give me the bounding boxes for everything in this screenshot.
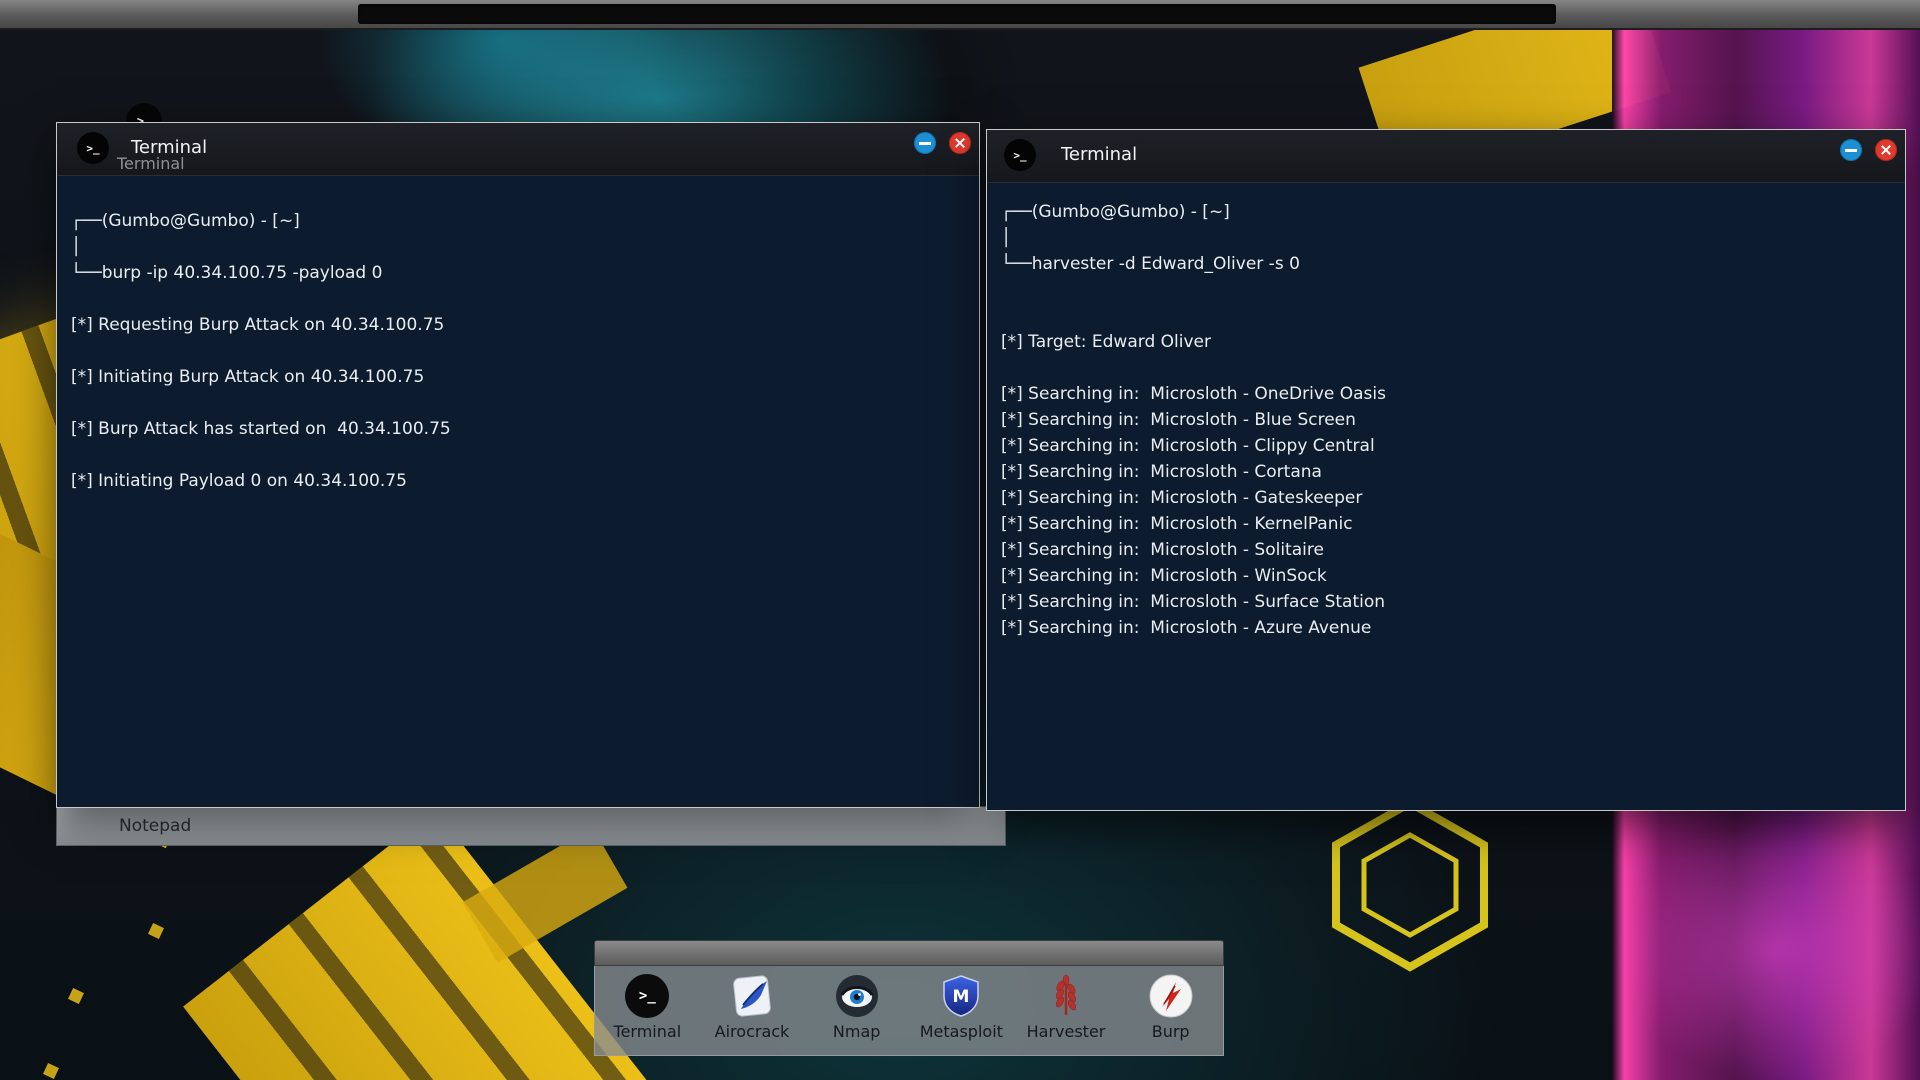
output-line: [*] Searching in: Microsloth - Blue Scre… <box>1001 407 1891 433</box>
output-line: [*] Searching in: Microsloth - Solitaire <box>1001 537 1891 563</box>
terminal-prompt-icon: >_ <box>77 132 109 164</box>
notepad-title: Notepad <box>119 816 191 836</box>
terminal-left-titlebar[interactable]: >_ Terminal Terminal <box>57 123 979 176</box>
dock-item-label: Airocrack <box>715 1022 790 1041</box>
output-line: [*] Searching in: Microsloth - Cortana <box>1001 459 1891 485</box>
terminal-output-area[interactable]: ┌──(Gumbo@Gumbo) - [~] │ └──burp -ip 40.… <box>57 176 979 510</box>
terminal-icon: >_ <box>624 973 670 1019</box>
dock-item-harvester[interactable]: Harvester <box>1014 973 1119 1041</box>
prompt-line: ┌──(Gumbo@Gumbo) - [~] <box>71 208 965 234</box>
output-line: [*] Initiating Burp Attack on 40.34.100.… <box>71 364 965 390</box>
notepad-window[interactable]: Notepad <box>56 806 1006 846</box>
dock-item-terminal[interactable]: >_ Terminal <box>595 973 700 1041</box>
minimize-button[interactable] <box>1840 139 1862 161</box>
output-line: [*] Initiating Payload 0 on 40.34.100.75 <box>71 468 965 494</box>
dock: >_ Terminal Airocrack <box>594 940 1224 1056</box>
background-particle <box>148 923 164 939</box>
output-line: [*] Searching in: Microsloth - KernelPan… <box>1001 511 1891 537</box>
minimize-button[interactable] <box>914 132 936 154</box>
dock-item-metasploit[interactable]: M Metasploit <box>909 973 1014 1041</box>
output-line: [*] Requesting Burp Attack on 40.34.100.… <box>71 312 965 338</box>
burp-icon <box>1148 973 1194 1019</box>
background-window-title: Terminal <box>117 154 185 173</box>
dock-item-burp[interactable]: Burp <box>1118 973 1223 1041</box>
hexagon-ornament <box>1322 795 1498 975</box>
dock-handle[interactable] <box>594 940 1224 966</box>
output-line: [*] Searching in: Microsloth - OneDrive … <box>1001 381 1891 407</box>
command-line: └──burp -ip 40.34.100.75 -payload 0 <box>71 260 965 286</box>
airocrack-icon <box>729 973 775 1019</box>
dock-item-label: Metasploit <box>920 1022 1003 1041</box>
output-line: [*] Searching in: Microsloth - Gateskeep… <box>1001 485 1891 511</box>
dock-item-label: Harvester <box>1027 1022 1106 1041</box>
close-button[interactable] <box>1875 139 1897 161</box>
terminal-window-left: >_ Terminal Terminal ┌──(Gumbo@Gumbo) - … <box>56 122 980 808</box>
svg-text:M: M <box>953 987 970 1007</box>
terminal-output-area[interactable]: ┌──(Gumbo@Gumbo) - [~] │ └──harvester -d… <box>987 183 1905 657</box>
close-button[interactable] <box>949 132 971 154</box>
top-menu-bar <box>0 0 1920 30</box>
prompt-line: │ <box>1001 225 1891 251</box>
window-title: Terminal <box>1061 144 1137 165</box>
nmap-eye-icon <box>834 973 880 1019</box>
background-particle <box>43 1063 59 1079</box>
dock-item-airocrack[interactable]: Airocrack <box>700 973 805 1041</box>
top-bar-inset <box>358 4 1556 24</box>
prompt-line: ┌──(Gumbo@Gumbo) - [~] <box>1001 199 1891 225</box>
output-line: [*] Searching in: Microsloth - WinSock <box>1001 563 1891 589</box>
metasploit-shield-icon: M <box>938 973 984 1019</box>
prompt-line: │ <box>71 234 965 260</box>
output-line: [*] Searching in: Microsloth - Surface S… <box>1001 589 1891 615</box>
background-particle <box>68 988 84 1004</box>
dock-item-label: Nmap <box>833 1022 881 1041</box>
dock-item-nmap[interactable]: Nmap <box>804 973 909 1041</box>
output-line: [*] Searching in: Microsloth - Clippy Ce… <box>1001 433 1891 459</box>
output-line: [*] Searching in: Microsloth - Azure Ave… <box>1001 615 1891 641</box>
dock-item-label: Burp <box>1152 1022 1190 1041</box>
dock-item-label: Terminal <box>614 1022 682 1041</box>
dock-panel: >_ Terminal Airocrack <box>594 966 1224 1056</box>
desktop: >_ Notepad >_ Terminal Terminal ┌──(Gumb… <box>0 0 1920 1080</box>
harvester-wheat-icon <box>1043 973 1089 1019</box>
terminal-right-titlebar[interactable]: >_ Terminal <box>987 130 1905 183</box>
terminal-window-right: >_ Terminal ┌──(Gumbo@Gumbo) - [~] │ └──… <box>986 129 1906 811</box>
output-line: [*] Target: Edward Oliver <box>1001 329 1891 355</box>
terminal-prompt-icon: >_ <box>1004 139 1036 171</box>
command-line: └──harvester -d Edward_Oliver -s 0 <box>1001 251 1891 277</box>
background-glow <box>1560 790 1920 1080</box>
output-line: [*] Burp Attack has started on 40.34.100… <box>71 416 965 442</box>
